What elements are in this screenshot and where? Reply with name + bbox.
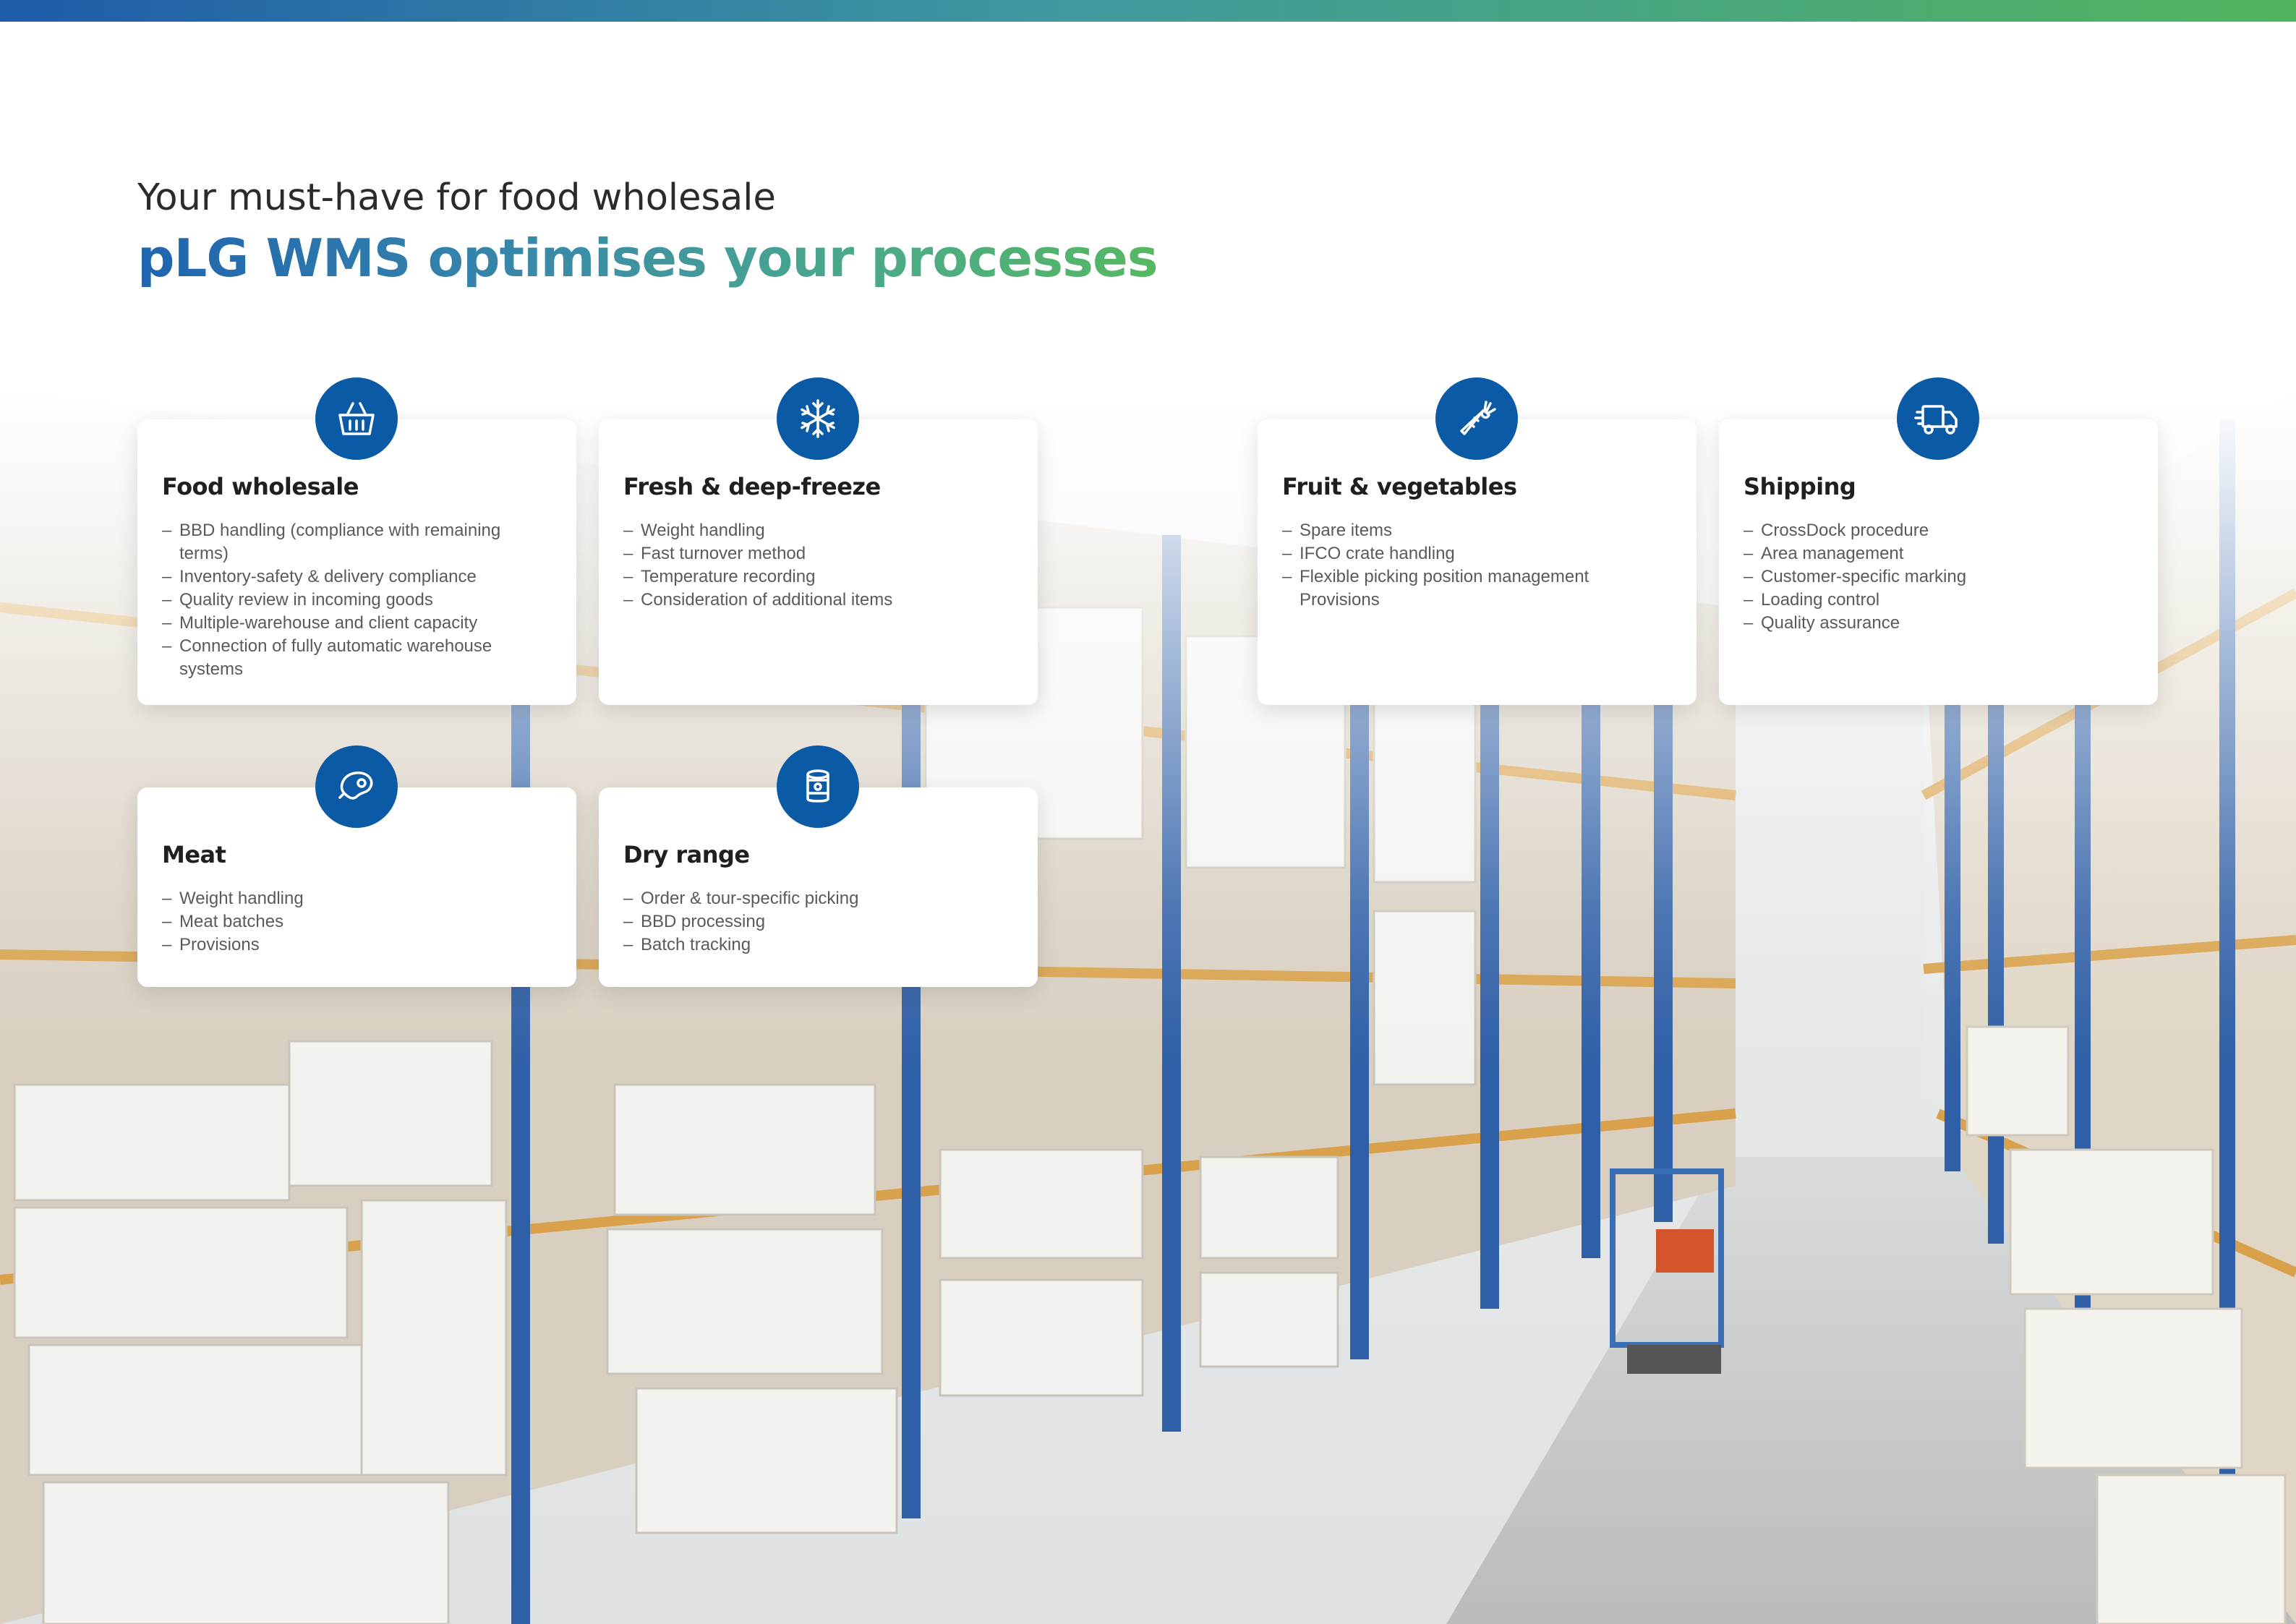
list-item: IFCO crate handling: [1282, 542, 1672, 565]
feature-list: CrossDock procedure Area management Cust…: [1744, 519, 2133, 635]
card-title: Meat: [162, 841, 226, 868]
truck-icon: [1897, 377, 1979, 460]
meat-icon: [315, 745, 398, 828]
snowflake-icon: [777, 377, 859, 460]
card-title: Shipping: [1744, 473, 1856, 500]
card-title: Fresh & deep-freeze: [623, 473, 881, 500]
basket-icon: [315, 377, 398, 460]
list-item: Customer-specific marking: [1744, 565, 2133, 589]
list-item: Meat batches: [162, 910, 552, 933]
feature-list: BBD handling (compliance with remaining …: [162, 519, 552, 681]
card-dry-range: Dry range Order & tour-specific picking …: [599, 745, 1038, 987]
card-shipping: Shipping CrossDock procedure Area manage…: [1719, 377, 2158, 705]
list-item: BBD processing: [623, 910, 1013, 933]
list-item: Multiple-warehouse and client capacity: [162, 612, 552, 635]
list-item: Fast turnover method: [623, 542, 1013, 565]
list-item: Order & tour-specific picking: [623, 887, 1013, 910]
list-item: Temperature recording: [623, 565, 1013, 589]
feature-list: Weight handling Meat batches Provisions: [162, 887, 552, 957]
list-item: Weight handling: [162, 887, 552, 910]
card-title: Fruit & vegetables: [1282, 473, 1517, 500]
list-item: Flexible picking position management Pro…: [1282, 565, 1672, 612]
card-fruit-vegetables: Fruit & vegetables Spare items IFCO crat…: [1258, 377, 1697, 705]
list-item: Loading control: [1744, 589, 2133, 612]
page-heading: Your must-have for food wholesale pLG WM…: [137, 176, 1158, 289]
feature-list: Spare items IFCO crate handling Flexible…: [1282, 519, 1672, 612]
feature-list: Order & tour-specific picking BBD proces…: [623, 887, 1013, 957]
list-item: Area management: [1744, 542, 2133, 565]
list-item: Consideration of additional items: [623, 589, 1013, 612]
list-item: Batch tracking: [623, 933, 1013, 957]
list-item: Quality review in incoming goods: [162, 589, 552, 612]
card-meat: Meat Weight handling Meat batches Provis…: [137, 745, 576, 987]
card-fresh-deep-freeze: Fresh & deep-freeze Weight handling Fast…: [599, 377, 1038, 705]
list-item: Provisions: [162, 933, 552, 957]
card-title: Dry range: [623, 841, 750, 868]
list-item: Spare items: [1282, 519, 1672, 542]
carrot-icon: [1435, 377, 1518, 460]
page-subtitle: Your must-have for food wholesale: [137, 176, 776, 219]
list-item: CrossDock procedure: [1744, 519, 2133, 542]
can-icon: [777, 745, 859, 828]
list-item: Inventory-safety & delivery compliance: [162, 565, 552, 589]
card-food-wholesale: Food wholesale BBD handling (compliance …: [137, 377, 576, 705]
list-item: BBD handling (compliance with remaining …: [162, 519, 552, 565]
top-accent-bar: [0, 0, 2296, 22]
feature-list: Weight handling Fast turnover method Tem…: [623, 519, 1013, 612]
card-title: Food wholesale: [162, 473, 359, 500]
list-item: Quality assurance: [1744, 612, 2133, 635]
list-item: Connection of fully automatic warehouse …: [162, 635, 552, 681]
list-item: Weight handling: [623, 519, 1013, 542]
page-title: pLG WMS optimises your processes: [137, 228, 1158, 289]
